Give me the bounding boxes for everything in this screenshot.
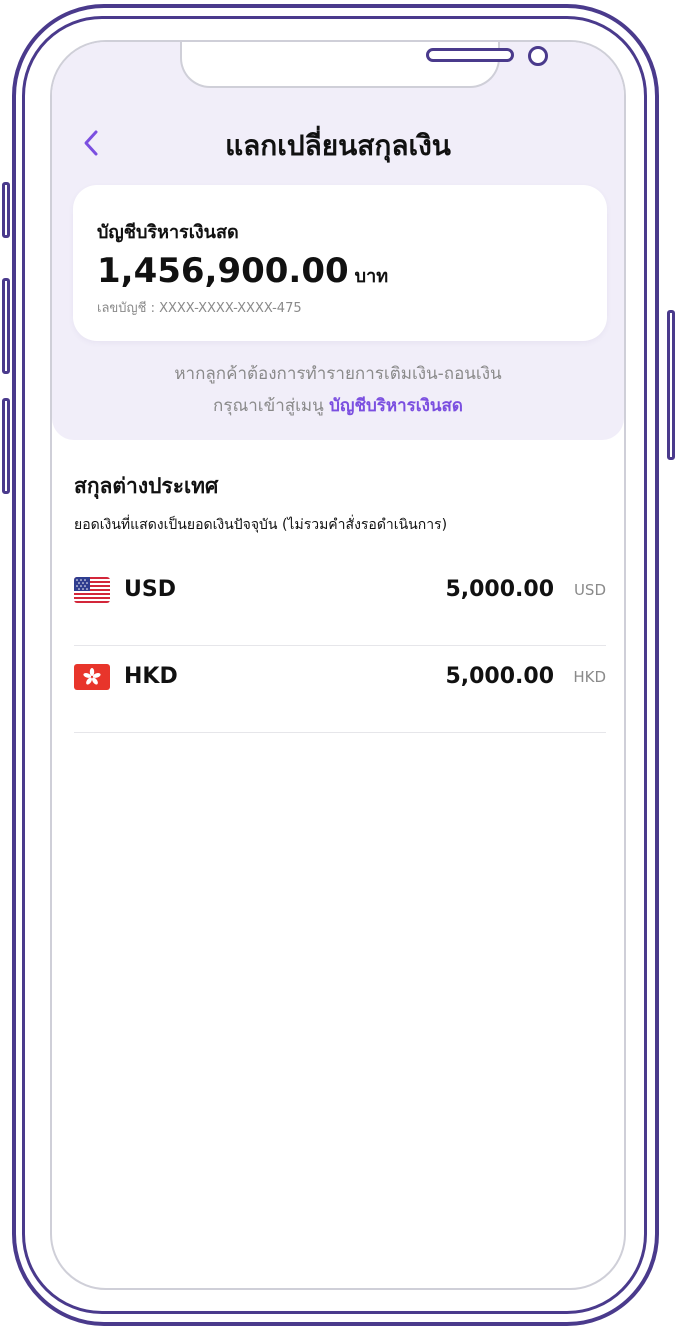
camera-icon [528,46,548,66]
account-balance-value: 1,456,900.00 [97,251,349,291]
phone-side-button [667,310,675,460]
hint-line-1: หากลูกค้าต้องการทำรายการเติมเงิน-ถอนเงิน [174,364,502,384]
phone-side-button [2,278,10,374]
account-number: เลขบัญชี : XXXX-XXXX-XXXX-475 [97,301,302,316]
account-balance: 1,456,900.00 บาท [97,251,388,291]
currency-amount: 5,000.00 [445,664,554,689]
header-area: แลกเปลี่ยนสกุลเงิน บัญชีบริหารเงินสด 1,4… [52,42,624,440]
hint-line-2: กรุณาเข้าสู่เมนู บัญชีบริหารเงินสด [52,390,624,422]
page-title: แลกเปลี่ยนสกุลเงิน [225,129,451,162]
currency-row-usd[interactable]: USD 5,000.00 USD [74,559,606,646]
currency-amount: 5,000.00 [445,577,554,602]
section-title: สกุลต่างประเทศ [74,474,219,498]
phone-notch [180,42,548,88]
hk-flag-icon [74,664,110,690]
phone-screen: แลกเปลี่ยนสกุลเงิน บัญชีบริหารเงินสด 1,4… [50,40,626,1290]
currency-code: HKD [124,664,178,689]
currency-row-hkd[interactable]: HKD 5,000.00 HKD [74,646,606,733]
phone-side-button [2,398,10,494]
currency-unit: HKD [573,668,606,686]
speaker-icon [426,48,514,62]
currency-unit: USD [573,581,606,599]
cash-account-link[interactable]: บัญชีบริหารเงินสด [329,396,463,416]
account-label: บัญชีบริหารเงินสด [97,222,239,243]
cash-account-card[interactable]: บัญชีบริหารเงินสด 1,456,900.00 บาท เลขบัญ… [73,185,607,341]
hint-prefix: กรุณาเข้าสู่เมนู [213,396,330,416]
phone-side-button [2,182,10,238]
account-balance-unit: บาท [354,266,389,287]
currency-code: USD [124,577,176,602]
us-flag-icon [74,577,110,603]
hint-text: หากลูกค้าต้องการทำรายการเติมเงิน-ถอนเงิน… [52,358,624,422]
section-subtitle: ยอดเงินที่แสดงเป็นยอดเงินปัจจุบัน (ไม่รว… [74,517,448,533]
